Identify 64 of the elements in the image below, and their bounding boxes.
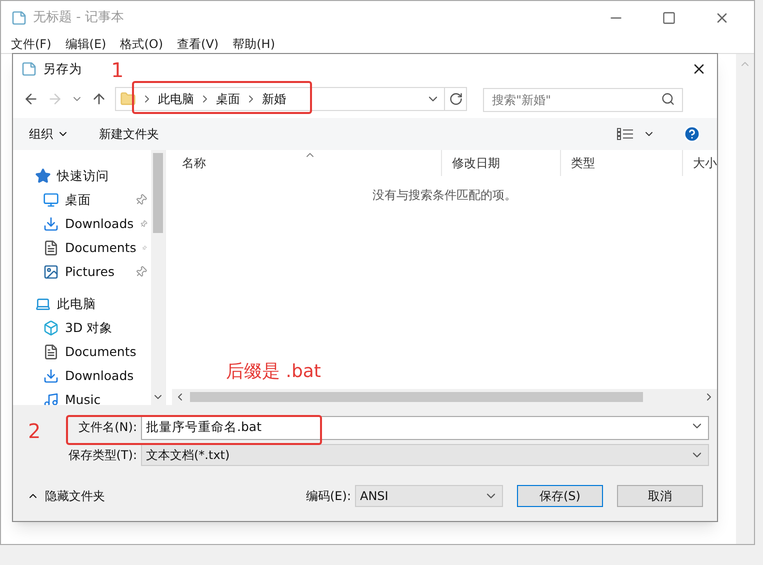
organize-button[interactable]: 组织 xyxy=(29,125,69,143)
search-icon xyxy=(661,92,675,106)
menu-item[interactable]: 编辑(E) xyxy=(65,35,106,53)
nav-item[interactable]: 此电脑 xyxy=(57,294,96,314)
file-name-field[interactable]: 批量序号重命名.bat xyxy=(141,416,709,440)
document-icon xyxy=(43,344,59,360)
annotation-number: 2 xyxy=(28,421,41,441)
breadcrumb-item[interactable]: 新婚 xyxy=(262,90,286,108)
download-icon xyxy=(43,368,59,384)
refresh-icon[interactable] xyxy=(448,92,462,106)
address-bar[interactable]: 此电脑 桌面 新婚 xyxy=(115,87,467,111)
field-label: 编码(E): xyxy=(306,488,351,505)
search-field[interactable]: 搜索"新婚" xyxy=(483,88,683,112)
nav-item[interactable]: Documents xyxy=(65,342,136,362)
file-type-dropdown[interactable]: 文本文档(*.txt) xyxy=(141,444,709,466)
nav-item[interactable]: Music xyxy=(65,390,101,405)
breadcrumb-item[interactable]: 桌面 xyxy=(216,90,240,108)
monitor-icon xyxy=(43,192,59,208)
notepad-icon xyxy=(11,10,27,26)
cube-icon xyxy=(43,320,59,336)
menu-item[interactable]: 格式(O) xyxy=(120,35,164,53)
hide-folders-button[interactable]: 隐藏文件夹 xyxy=(21,487,105,505)
dialog-title: 另存为 xyxy=(43,60,82,78)
download-icon xyxy=(43,216,59,232)
nav-item[interactable]: 快速访问 xyxy=(57,166,109,186)
horizontal-scrollbar[interactable] xyxy=(172,389,717,405)
column-header[interactable]: 类型 xyxy=(561,150,683,176)
menu-item[interactable]: 查看(V) xyxy=(177,35,219,53)
save-button[interactable]: 保存(S) xyxy=(517,485,603,507)
star-icon xyxy=(35,168,51,184)
scrollbar-thumb[interactable] xyxy=(190,392,643,402)
nav-item[interactable]: Downloads xyxy=(65,214,134,234)
menu-item[interactable]: 帮助(H) xyxy=(232,35,275,53)
maximize-icon[interactable] xyxy=(662,11,676,25)
notepad-icon xyxy=(21,61,37,77)
nav-item[interactable]: Documents xyxy=(65,238,136,258)
column-header[interactable]: 名称 xyxy=(172,150,442,176)
computer-icon xyxy=(35,296,51,312)
column-header[interactable]: 修改日期 xyxy=(442,150,561,176)
annotation-note: 后缀是 .bat xyxy=(226,360,321,384)
breadcrumb-item[interactable]: 此电脑 xyxy=(158,90,194,108)
menu-item[interactable]: 文件(F) xyxy=(11,35,52,53)
nav-item[interactable]: Downloads xyxy=(65,366,134,386)
up-icon[interactable] xyxy=(91,91,107,107)
encoding-dropdown[interactable]: ANSI xyxy=(355,485,503,507)
scrollbar-thumb[interactable] xyxy=(153,152,163,232)
nav-item[interactable]: 3D 对象 xyxy=(65,318,113,338)
picture-icon xyxy=(43,264,59,280)
field-label: 保存类型(T): xyxy=(68,447,137,464)
new-folder-button[interactable]: 新建文件夹 xyxy=(99,125,159,143)
annotation-number: 1 xyxy=(111,60,124,80)
field-label: 文件名(N): xyxy=(78,419,137,436)
help-icon[interactable] xyxy=(683,125,701,143)
scrollbar[interactable] xyxy=(151,150,165,405)
empty-message: 没有与搜索条件匹配的项。 xyxy=(372,187,516,204)
document-icon xyxy=(43,240,59,256)
nav-item[interactable]: 桌面 xyxy=(65,190,91,210)
window-title: 无标题 - 记事本 xyxy=(33,9,124,28)
cancel-button[interactable]: 取消 xyxy=(617,485,703,507)
back-icon[interactable] xyxy=(23,91,39,107)
music-icon xyxy=(43,392,59,405)
column-header[interactable]: 大小 xyxy=(683,150,717,176)
nav-item[interactable]: Pictures xyxy=(65,262,114,282)
view-list-icon[interactable] xyxy=(617,128,633,140)
